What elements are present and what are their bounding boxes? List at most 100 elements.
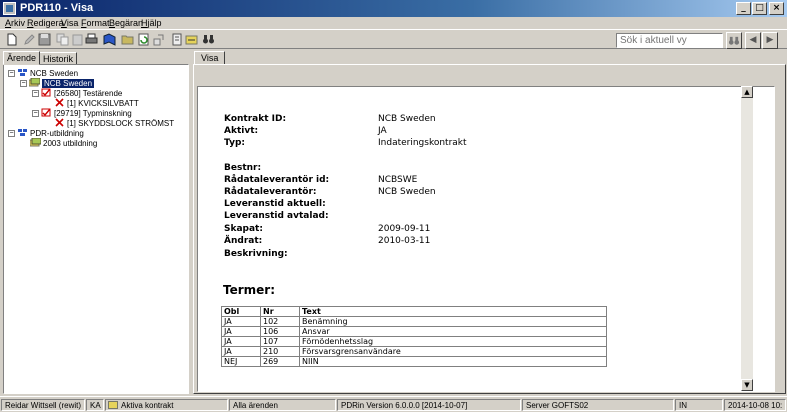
item-cross-icon [54, 118, 65, 127]
column-header-text: Text [299, 306, 607, 317]
export-icon[interactable] [152, 33, 165, 46]
tree-item-label: NCB Sweden [42, 79, 95, 88]
book-icon[interactable] [103, 33, 116, 46]
field-value-aktivt: JA [378, 126, 387, 136]
table-header-row: Obl Nr Text [221, 306, 607, 317]
cell-nr: 269 [260, 356, 300, 367]
scroll-down-icon[interactable]: ▼ [741, 379, 753, 391]
cell-nr: 107 [260, 336, 300, 347]
copy-icon[interactable] [56, 33, 69, 46]
field-value-skapat: 2009-09-11 [378, 224, 431, 234]
menu-begaran[interactable]: Begäran [109, 17, 143, 29]
menu-visa[interactable]: Visa [61, 17, 78, 29]
cell-nr: 106 [260, 326, 300, 337]
collapse-icon[interactable]: − [8, 130, 15, 137]
minimize-button[interactable]: _ [736, 2, 751, 15]
menu-format[interactable]: Format [81, 17, 110, 29]
menu-arkiv[interactable]: Arkiv [5, 17, 25, 29]
tree-item[interactable]: [1] KVICKSILVBATT [54, 98, 139, 108]
status-user: Reidar Wittsell (rewit) [1, 399, 85, 411]
field-label-kontrakt-id: Kontrakt ID: [224, 114, 287, 124]
tree-item[interactable]: 2003 utbildning [29, 137, 98, 148]
table-row: NEJ 269 NIIN [221, 356, 607, 367]
contract-icon [29, 137, 42, 147]
collapse-icon[interactable]: − [20, 80, 27, 87]
vertical-scrollbar[interactable]: ▲ ▼ [741, 86, 753, 391]
status-contracts-label: Aktiva kontrakt [121, 401, 174, 410]
edit-icon[interactable] [23, 33, 36, 46]
tree-item[interactable]: − NCB Sweden [20, 77, 95, 88]
item-cross-icon [54, 98, 65, 107]
cell-obl: JA [221, 316, 261, 327]
field-label-leveranstid-avtalad: Leveranstid avtalad: [224, 211, 329, 221]
field-value-leverantor: NCB Sweden [378, 187, 436, 197]
close-button[interactable]: × [769, 2, 784, 15]
field-value-kontrakt-id: NCB Sweden [378, 114, 436, 124]
tab-visa[interactable]: Visa [194, 51, 226, 65]
folder-open-icon[interactable] [121, 33, 134, 46]
field-label-aktivt: Aktivt: [224, 126, 259, 136]
menu-hjalp[interactable]: Hjälp [141, 17, 162, 29]
organization-icon [17, 128, 28, 137]
scroll-up-icon[interactable]: ▲ [741, 86, 753, 98]
binoculars-icon[interactable] [202, 33, 215, 46]
field-value-typ: Indateringskontrakt [378, 138, 467, 148]
cell-nr: 102 [260, 316, 300, 327]
cell-obl: NEJ [221, 356, 261, 367]
status-cases: Alla ärenden [229, 399, 336, 411]
case-tree: − NCB Sweden − NCB Sweden − [26580] Testäre… [3, 64, 189, 394]
contract-icon[interactable] [185, 33, 198, 46]
previous-arrow-icon[interactable]: ◀ [745, 32, 761, 49]
field-label-leverantor: Rådataleverantör: [224, 187, 317, 197]
collapse-icon[interactable]: − [32, 110, 39, 117]
tree-item[interactable]: − [29719] Typminskning [32, 108, 132, 118]
tab-arende[interactable]: Ärende [3, 51, 41, 65]
case-check-icon [41, 88, 52, 97]
field-label-beskrivning: Beskrivning: [224, 249, 288, 259]
field-value-leverantor-id: NCBSWE [378, 175, 418, 185]
status-role: KA [86, 399, 104, 411]
cell-text: NIIN [299, 356, 607, 367]
status-bar: Reidar Wittsell (rewit) KA Aktiva kontra… [0, 396, 787, 412]
title-bar: PDR110 - Visa _ □ × [0, 0, 787, 17]
tree-item-label: 2003 utbildning [43, 139, 98, 148]
search-binoculars-button[interactable] [726, 32, 742, 49]
contract-icon [108, 401, 118, 409]
maximize-button[interactable]: □ [752, 2, 767, 15]
collapse-icon[interactable]: − [8, 70, 15, 77]
cell-text: Förnödenhetsslag [299, 336, 607, 347]
terms-table: Obl Nr Text JA 102 Benämning JA 106 Ansv… [221, 306, 607, 367]
refresh-icon[interactable] [137, 33, 150, 46]
field-label-skapat: Skapat: [224, 224, 263, 234]
collapse-icon[interactable]: − [32, 90, 39, 97]
status-version: PDRin Version 6.0.0.0 [2014-10-07] [337, 399, 521, 411]
table-row: JA 102 Benämning [221, 316, 607, 327]
field-value-andrat: 2010-03-11 [378, 236, 431, 246]
cell-text: Benämning [299, 316, 607, 327]
field-label-typ: Typ: [224, 138, 245, 148]
print-icon[interactable] [85, 33, 98, 46]
search-input[interactable] [616, 33, 723, 48]
tree-item-label: [29719] Typminskning [54, 109, 132, 118]
tree-item-label: [1] SKYDDSLOCK STRÖMST [67, 119, 175, 128]
tree-item[interactable]: − [26580] Testärende [32, 88, 122, 98]
window-title: PDR110 - Visa [20, 2, 94, 14]
app-icon [3, 2, 16, 15]
column-header-obl: Obl [221, 306, 261, 317]
table-row: JA 210 Försvarsgrensanvändare [221, 346, 607, 357]
cell-nr: 210 [260, 346, 300, 357]
cell-text: Ansvar [299, 326, 607, 337]
next-arrow-icon[interactable]: ▶ [762, 32, 778, 49]
tree-item-label: PDR-utbildning [30, 129, 84, 138]
new-document-icon[interactable] [5, 33, 18, 46]
paste-icon[interactable] [71, 33, 84, 46]
save-icon[interactable] [38, 33, 51, 46]
tree-item-label: [26580] Testärende [54, 89, 123, 98]
tree-item[interactable]: − NCB Sweden [8, 68, 78, 78]
cell-obl: JA [221, 326, 261, 337]
tree-item[interactable]: − PDR-utbildning [8, 128, 84, 138]
document-icon[interactable] [170, 33, 183, 46]
tree-item[interactable]: [1] SKYDDSLOCK STRÖMST [54, 118, 174, 128]
menu-redigera[interactable]: Redigera [27, 17, 64, 29]
column-header-nr: Nr [260, 306, 300, 317]
